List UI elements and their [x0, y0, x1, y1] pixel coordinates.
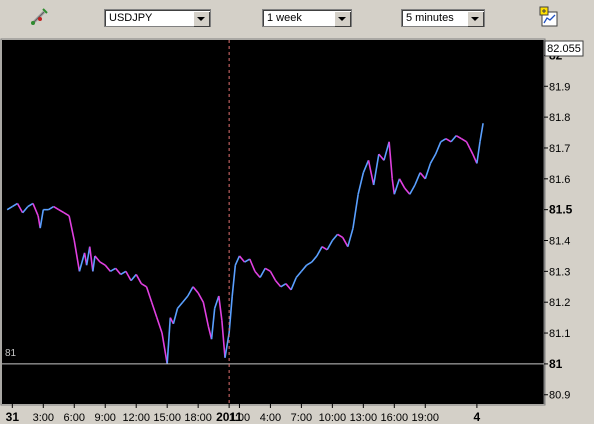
x-tick-label: 16:00 — [381, 412, 409, 424]
y-tick-label: 81.2 — [549, 297, 570, 309]
x-tick-label: 1:00 — [229, 412, 250, 424]
chart-toolbar: USDJPY 1 week 5 minutes — [0, 0, 594, 38]
current-price-label: 82.055 — [547, 43, 581, 55]
interval-dropdown-button[interactable] — [467, 11, 483, 26]
y-tick-label: 81.4 — [549, 236, 570, 248]
interval-value: 5 minutes — [406, 12, 454, 24]
plot-area — [2, 40, 544, 404]
y-tick-label: 81.7 — [549, 143, 570, 155]
x-tick-label: 13:00 — [350, 412, 378, 424]
x-tick-label: 7:00 — [291, 412, 312, 424]
x-tick-label: 9:00 — [95, 412, 116, 424]
y-tick-label: 81.9 — [549, 81, 570, 93]
x-tick-label: 4:00 — [260, 412, 281, 424]
x-tick-label: 15:00 — [153, 412, 181, 424]
x-tick-label: 3:00 — [33, 412, 54, 424]
y-tick-label: 81.6 — [549, 174, 570, 186]
y-tick-label: 81.8 — [549, 112, 570, 124]
y-tick-label: 81.5 — [549, 203, 573, 217]
chart-settings-icon[interactable] — [538, 6, 560, 28]
y-tick-label: 81 — [549, 357, 563, 371]
price-chart: 8281.981.881.781.681.581.481.381.281.181… — [0, 38, 594, 424]
interval-select[interactable]: 5 minutes — [401, 9, 485, 27]
y-tick-label: 81.1 — [549, 328, 570, 340]
symbol-value: USDJPY — [109, 12, 153, 24]
x-tick-label: 6:00 — [64, 412, 85, 424]
y-tick-label: 81.3 — [549, 266, 570, 278]
range-value: 1 week — [267, 12, 302, 24]
range-dropdown-button[interactable] — [334, 11, 350, 26]
range-select[interactable]: 1 week — [262, 9, 352, 27]
symbol-select[interactable]: USDJPY — [104, 9, 211, 27]
x-tick-label: 19:00 — [412, 412, 440, 424]
chart-tools-icon[interactable] — [28, 6, 50, 28]
x-tick-label: 10:00 — [319, 412, 347, 424]
current-price-box: 82.055 — [544, 40, 584, 57]
x-tick-label: 4 — [474, 410, 481, 424]
x-tick-label: 31 — [6, 410, 20, 424]
symbol-dropdown-button[interactable] — [193, 11, 209, 26]
x-tick-label: 18:00 — [184, 412, 212, 424]
x-tick-label: 12:00 — [122, 412, 150, 424]
reference-line-label: 81 — [5, 348, 17, 359]
y-tick-label: 80.9 — [549, 390, 570, 402]
